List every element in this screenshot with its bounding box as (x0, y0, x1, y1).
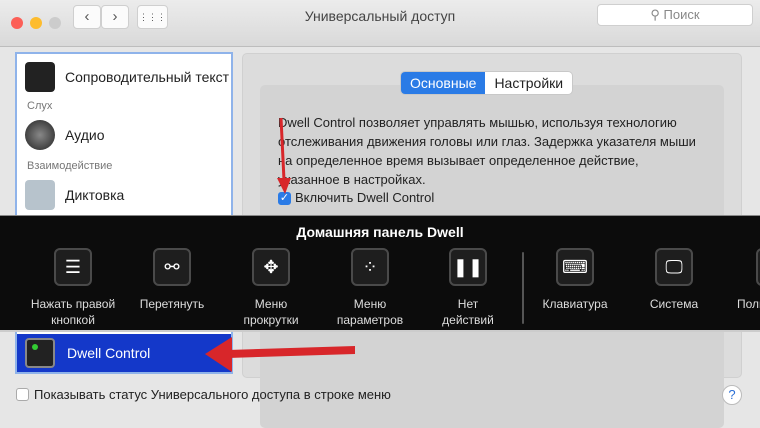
search-icon: ⚲ (650, 7, 664, 22)
drag-button[interactable]: ⚯ Перетянуть (122, 248, 222, 312)
options-menu-button[interactable]: ⁘ Меню параметров (320, 248, 420, 328)
user-icon (756, 248, 760, 286)
sidebar-item-dictation[interactable]: Диктовка (25, 180, 124, 210)
scroll-arrows-icon: ✥ (252, 248, 290, 286)
item-label: Меню параметров (336, 297, 404, 327)
enable-dwell-checkbox[interactable]: ✓ (278, 192, 291, 205)
sidebar-item-audio[interactable]: Аудио (25, 120, 105, 150)
item-label: Перетянуть (139, 297, 205, 311)
item-label: Клавиатура (542, 297, 608, 311)
item-label: Нет действий (442, 297, 494, 327)
item-label: Меню прокрутки (243, 297, 299, 327)
speaker-icon (25, 120, 55, 150)
description-text: Dwell Control позволяет управлять мышью,… (278, 115, 696, 187)
title-bar: ‹ › ⋮⋮⋮ Универсальный доступ ⚲ Поиск (0, 0, 760, 47)
keyboard-icon: ⌨ (556, 248, 594, 286)
item-label: Нажать правой кнопкой (30, 297, 116, 327)
help-button[interactable]: ? (722, 385, 742, 405)
no-action-button[interactable]: ❚❚ Нет действий (418, 248, 518, 328)
sidebar-item-dwell-control[interactable]: Dwell Control (15, 334, 233, 374)
dots-circle-icon: ⁘ (351, 248, 389, 286)
sidebar-item-label: Аудио (65, 127, 105, 143)
display-icon: 🖵 (655, 248, 693, 286)
sidebar-item-label: Сопроводительный текст (65, 69, 230, 85)
show-status-row[interactable]: Показывать статус Универсального доступа… (16, 387, 391, 402)
panel-divider (522, 252, 524, 324)
keyboard-button[interactable]: ⌨ Клавиатура (525, 248, 625, 312)
search-field[interactable]: ⚲ Поиск (597, 4, 753, 26)
dwell-control-icon (25, 338, 55, 368)
show-status-checkbox[interactable] (16, 388, 29, 401)
right-click-icon: ☰ (54, 248, 92, 286)
item-label: Система (649, 297, 699, 311)
drag-icon: ⚯ (153, 248, 191, 286)
dwell-home-panel: Домашняя панель Dwell ☰ Нажать правой кноп… (0, 215, 760, 332)
microphone-icon (25, 180, 55, 210)
tab-bar: Основные Настройки (401, 72, 573, 94)
item-label: Поль (737, 297, 760, 311)
right-click-button[interactable]: ☰ Нажать правой кнопкой (23, 248, 123, 328)
enable-dwell-label: Включить Dwell Control (295, 190, 435, 205)
tab-options[interactable]: Настройки (485, 72, 573, 94)
tab-general[interactable]: Основные (401, 72, 486, 94)
user-button[interactable]: Поль (725, 248, 760, 312)
show-status-label: Показывать статус Универсального доступа… (34, 387, 391, 402)
sidebar-item-label: Диктовка (65, 187, 125, 203)
panel-title: Домашняя панель Dwell (296, 224, 464, 240)
search-placeholder: Поиск (663, 7, 700, 22)
system-button[interactable]: 🖵 Система (624, 248, 724, 312)
captions-icon (25, 62, 55, 92)
sidebar-header-hearing: Слух (27, 100, 53, 112)
pause-icon: ❚❚ (449, 248, 487, 286)
scroll-menu-button[interactable]: ✥ Меню прокрутки (221, 248, 321, 328)
sidebar-header-interaction: Взаимодействие (27, 160, 113, 172)
sidebar-item-label: Dwell Control (67, 345, 151, 361)
sidebar-item-captions[interactable]: Сопроводительный текст (25, 62, 229, 92)
